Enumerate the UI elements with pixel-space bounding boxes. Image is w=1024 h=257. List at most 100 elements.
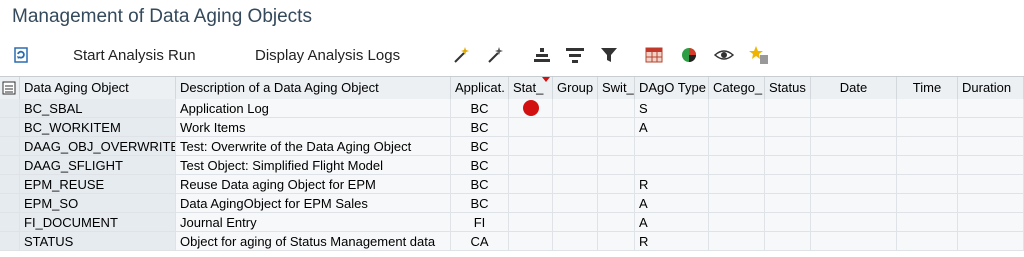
cell-group[interactable]: [553, 194, 598, 213]
col-time[interactable]: Time: [897, 77, 958, 99]
cell-dur[interactable]: [958, 118, 1024, 137]
cell-dago-type[interactable]: A: [635, 213, 709, 232]
col-stat[interactable]: Stat_: [509, 77, 553, 99]
cell-swit[interactable]: [598, 232, 635, 251]
cell-cat[interactable]: [709, 213, 765, 232]
cell-swit[interactable]: [598, 118, 635, 137]
col-status[interactable]: Status: [765, 77, 811, 99]
delete-star-icon[interactable]: [748, 44, 770, 66]
cell-dur[interactable]: [958, 175, 1024, 194]
cell-dur[interactable]: [958, 194, 1024, 213]
cell-application[interactable]: BC: [451, 194, 509, 213]
cell-cat[interactable]: [709, 99, 765, 118]
cell-date[interactable]: [811, 175, 897, 194]
cell-dur[interactable]: [958, 99, 1024, 118]
row-selector[interactable]: [0, 118, 20, 137]
cell-status[interactable]: [765, 137, 811, 156]
cell-swit[interactable]: [598, 137, 635, 156]
cell-stat[interactable]: [509, 137, 553, 156]
eye-icon[interactable]: [713, 44, 735, 66]
col-date[interactable]: Date: [811, 77, 897, 99]
table-row[interactable]: DAAG_OBJ_OVERWRITE Test: Overwrite of the…: [0, 137, 1024, 156]
cell-status[interactable]: [765, 175, 811, 194]
cell-swit[interactable]: [598, 175, 635, 194]
cell-description[interactable]: Data AgingObject for EPM Sales: [176, 194, 451, 213]
cell-status[interactable]: [765, 194, 811, 213]
cell-stat[interactable]: [509, 99, 553, 118]
refresh-icon[interactable]: [10, 44, 32, 66]
cell-description[interactable]: Journal Entry: [176, 213, 451, 232]
cell-stat[interactable]: [509, 156, 553, 175]
cell-group[interactable]: [553, 232, 598, 251]
cell-time[interactable]: [897, 99, 958, 118]
cell-dago-type[interactable]: R: [635, 232, 709, 251]
cell-group[interactable]: [553, 156, 598, 175]
col-switch[interactable]: Swit_: [598, 77, 635, 99]
select-all-icon[interactable]: [0, 77, 20, 99]
cell-application[interactable]: CA: [451, 232, 509, 251]
cell-dago-type[interactable]: A: [635, 118, 709, 137]
cell-description[interactable]: Application Log: [176, 99, 451, 118]
filter-icon[interactable]: [598, 44, 620, 66]
cell-object[interactable]: DAAG_SFLIGHT: [20, 156, 176, 175]
cell-dago-type[interactable]: R: [635, 175, 709, 194]
cell-description[interactable]: Test: Overwrite of the Data Aging Object: [176, 137, 451, 156]
cell-group[interactable]: [553, 175, 598, 194]
table-row[interactable]: DAAG_SFLIGHT Test Object: Simplified Flig…: [0, 156, 1024, 175]
cell-description[interactable]: Work Items: [176, 118, 451, 137]
cell-group[interactable]: [553, 213, 598, 232]
cell-stat[interactable]: [509, 232, 553, 251]
cell-status[interactable]: [765, 156, 811, 175]
cell-dago-type[interactable]: [635, 137, 709, 156]
cell-date[interactable]: [811, 118, 897, 137]
cell-dur[interactable]: [958, 232, 1024, 251]
cell-object[interactable]: DAAG_OBJ_OVERWRITE: [20, 137, 176, 156]
cell-dago-type[interactable]: [635, 156, 709, 175]
cell-dur[interactable]: [958, 137, 1024, 156]
wand-icon[interactable]: [450, 44, 472, 66]
cell-swit[interactable]: [598, 156, 635, 175]
cell-time[interactable]: [897, 156, 958, 175]
row-selector[interactable]: [0, 194, 20, 213]
cell-dago-type[interactable]: A: [635, 194, 709, 213]
cell-time[interactable]: [897, 232, 958, 251]
cell-application[interactable]: BC: [451, 99, 509, 118]
cell-object[interactable]: FI_DOCUMENT: [20, 213, 176, 232]
cell-swit[interactable]: [598, 213, 635, 232]
table-row[interactable]: EPM_REUSE Reuse Data aging Object for EPM…: [0, 175, 1024, 194]
chart-icon[interactable]: [678, 44, 700, 66]
col-application[interactable]: Applicat.: [451, 77, 509, 99]
table-row[interactable]: FI_DOCUMENT Journal Entry FI A: [0, 213, 1024, 232]
cell-swit[interactable]: [598, 99, 635, 118]
cell-cat[interactable]: [709, 137, 765, 156]
cell-description[interactable]: Object for aging of Status Management da…: [176, 232, 451, 251]
cell-status[interactable]: [765, 232, 811, 251]
cell-time[interactable]: [897, 118, 958, 137]
cell-stat[interactable]: [509, 175, 553, 194]
cell-stat[interactable]: [509, 213, 553, 232]
cell-dago-type[interactable]: S: [635, 99, 709, 118]
row-selector[interactable]: [0, 175, 20, 194]
cell-cat[interactable]: [709, 232, 765, 251]
cell-date[interactable]: [811, 232, 897, 251]
cell-cat[interactable]: [709, 194, 765, 213]
col-dago-type[interactable]: DAgO Type: [635, 77, 709, 99]
col-category[interactable]: Catego_: [709, 77, 765, 99]
cell-application[interactable]: BC: [451, 156, 509, 175]
cell-stat[interactable]: [509, 118, 553, 137]
row-selector[interactable]: [0, 137, 20, 156]
cell-status[interactable]: [765, 213, 811, 232]
cell-stat[interactable]: [509, 194, 553, 213]
cell-object[interactable]: BC_WORKITEM: [20, 118, 176, 137]
cell-time[interactable]: [897, 213, 958, 232]
cell-description[interactable]: Reuse Data aging Object for EPM: [176, 175, 451, 194]
cell-cat[interactable]: [709, 156, 765, 175]
cell-time[interactable]: [897, 194, 958, 213]
cell-time[interactable]: [897, 175, 958, 194]
cell-object[interactable]: EPM_SO: [20, 194, 176, 213]
table-row[interactable]: EPM_SO Data AgingObject for EPM Sales BC A: [0, 194, 1024, 213]
row-selector[interactable]: [0, 99, 20, 118]
cell-time[interactable]: [897, 137, 958, 156]
table-row[interactable]: BC_WORKITEM Work Items BC A: [0, 118, 1024, 137]
display-analysis-logs-button[interactable]: Display Analysis Logs: [255, 47, 400, 64]
